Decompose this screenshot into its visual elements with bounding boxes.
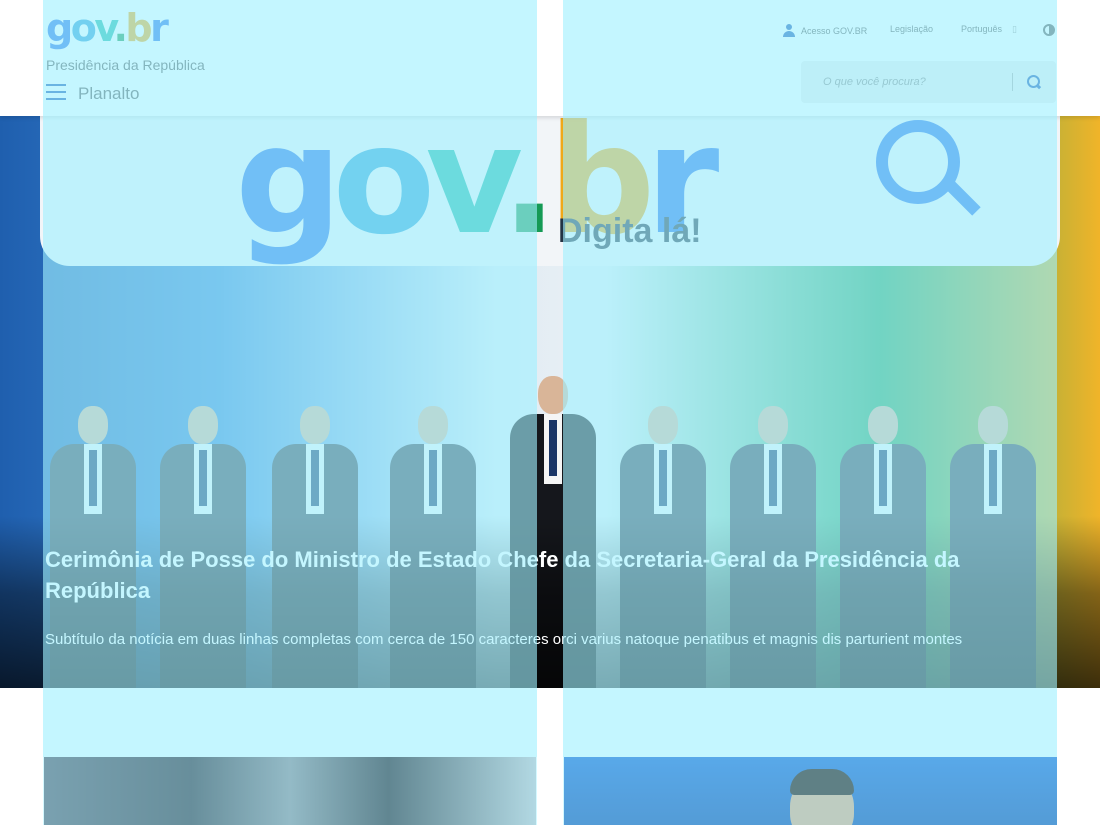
site-name[interactable]: Planalto	[78, 84, 139, 104]
search-input[interactable]	[801, 61, 1011, 103]
hero-tagline: Digita lá!	[558, 212, 702, 250]
site-header: gov.br Presidência da República Planalto…	[0, 0, 1100, 116]
portrait-hair	[790, 769, 854, 795]
hero-subtitle: Subtítulo da notícia em duas linhas comp…	[45, 631, 963, 648]
user-icon	[783, 24, 795, 37]
logo-letter: r	[150, 6, 169, 50]
grid-column-overlay	[43, 688, 537, 757]
language-selector[interactable]: Português ▯	[961, 24, 1017, 35]
hero-carousel[interactable]: gov.br Digita lá! Cerimônia de Posse do …	[0, 116, 1100, 688]
site-subtitle: Presidência da República	[46, 57, 205, 73]
logo-letter: v	[94, 6, 116, 50]
logo-letter: .	[113, 6, 127, 50]
language-label: Português	[961, 24, 1003, 34]
login-label: Acesso GOV.BR	[801, 25, 868, 36]
logo-letter: o	[70, 6, 97, 50]
hamburger-menu-icon[interactable]	[46, 84, 66, 100]
hero-logo-letter: v	[425, 116, 510, 268]
login-link[interactable]: Acesso GOV.BR	[783, 24, 867, 37]
legislation-link[interactable]: Legislação	[890, 24, 933, 34]
logo-letter: b	[125, 6, 152, 50]
hero-banner-panel: gov.br Digita lá!	[40, 116, 1060, 266]
hero-title-link[interactable]: Cerimônia de Posse do Ministro de Estado…	[45, 544, 1045, 606]
search-divider	[1012, 73, 1013, 91]
contrast-toggle-icon[interactable]	[1043, 24, 1055, 36]
hero-logo-letter: g	[235, 116, 342, 268]
search-icon[interactable]	[1027, 75, 1041, 89]
search-bar	[801, 61, 1056, 103]
news-card-image[interactable]	[564, 757, 1057, 825]
magnifier-graphic-icon	[876, 120, 976, 220]
hero-logo-letter: .	[500, 116, 558, 268]
hero-logo-letter: o	[332, 116, 435, 268]
govbr-logo[interactable]: gov.br	[46, 6, 169, 50]
news-card-image[interactable]	[44, 757, 536, 825]
logo-letter: g	[46, 6, 73, 50]
language-caret-icon: ▯	[1012, 24, 1017, 34]
